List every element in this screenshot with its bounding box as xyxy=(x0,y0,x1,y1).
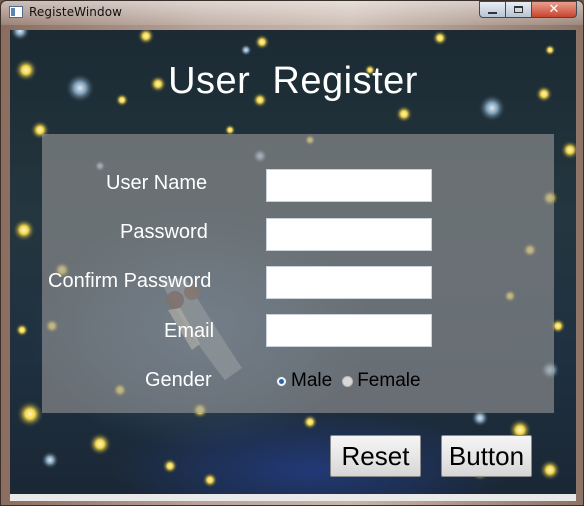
minimize-button[interactable] xyxy=(479,1,505,18)
password-input[interactable] xyxy=(266,218,432,251)
star-decoration xyxy=(15,323,29,337)
reset-button[interactable]: Reset xyxy=(330,435,421,477)
star-decoration xyxy=(137,30,155,45)
submit-button[interactable]: Button xyxy=(441,435,532,477)
star-decoration xyxy=(88,432,112,456)
confirm-password-label: Confirm Password xyxy=(48,270,212,292)
title-bar[interactable]: RegisteWindow ✕ xyxy=(1,1,583,25)
close-button[interactable]: ✕ xyxy=(531,1,577,18)
star-decoration xyxy=(10,30,30,41)
gender-female-label[interactable]: Female xyxy=(357,370,420,392)
window-title: RegisteWindow xyxy=(29,5,123,19)
star-decoration xyxy=(16,400,44,428)
close-icon: ✕ xyxy=(548,2,560,17)
window-bottom-border xyxy=(10,494,576,501)
page-title: User Register xyxy=(168,60,418,102)
star-decoration xyxy=(12,218,36,242)
password-label: Password xyxy=(120,221,208,243)
star-decoration xyxy=(544,44,556,56)
gender-radio-group: Male Female xyxy=(276,370,421,392)
star-decoration xyxy=(254,34,270,50)
username-label: User Name xyxy=(106,172,208,194)
star-decoration xyxy=(240,44,252,56)
star-decoration xyxy=(41,451,59,469)
window-client-area: User Register User Name Password Confirm… xyxy=(10,30,576,494)
star-decoration xyxy=(202,472,218,488)
gender-female-radio[interactable] xyxy=(342,375,354,387)
maximize-button[interactable] xyxy=(505,1,531,18)
star-decoration xyxy=(395,105,413,123)
confirm-password-input[interactable] xyxy=(266,266,432,299)
window-app-icon xyxy=(9,6,23,18)
email-input[interactable] xyxy=(266,314,432,347)
username-input[interactable] xyxy=(266,169,432,202)
star-decoration xyxy=(302,414,318,430)
minimize-icon xyxy=(488,11,497,14)
gender-male-label[interactable]: Male xyxy=(291,370,332,392)
star-decoration xyxy=(432,30,448,46)
maximize-icon xyxy=(514,6,523,13)
star-decoration xyxy=(162,458,178,474)
star-decoration xyxy=(539,459,561,481)
star-decoration xyxy=(560,140,576,160)
register-window: RegisteWindow ✕ User Register User Name … xyxy=(0,0,584,506)
gender-male-radio[interactable] xyxy=(276,375,287,387)
window-controls: ✕ xyxy=(479,1,577,19)
email-label: Email xyxy=(164,320,215,342)
gender-label: Gender xyxy=(145,369,212,391)
